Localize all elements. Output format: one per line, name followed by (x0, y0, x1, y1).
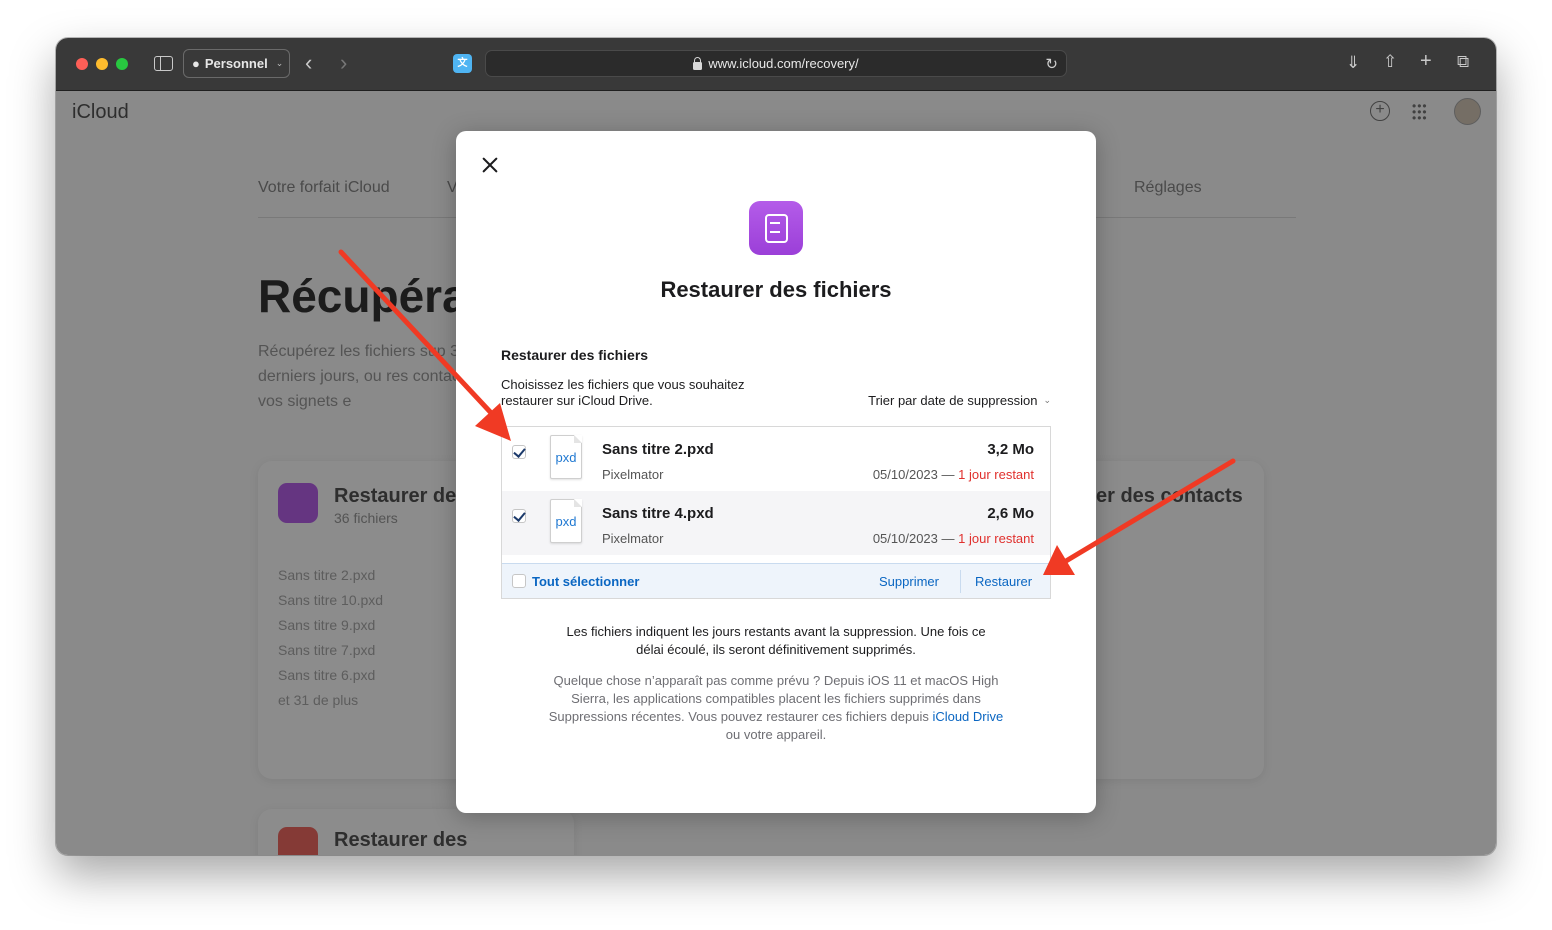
deletion-date: 05/10/2023 — (872, 531, 959, 546)
reload-icon[interactable]: ↻ (1045, 55, 1058, 73)
browser-window: ● Personnel ⌄ ‹ › 文 www.icloud.com/recov… (56, 38, 1496, 855)
pxd-file-icon: pxd (550, 499, 582, 543)
file-date: 05/10/2023 — 1 jour restant (873, 531, 1034, 546)
restore-button[interactable]: Restaurer (975, 574, 1032, 589)
close-icon[interactable] (480, 155, 500, 175)
select-all-button[interactable]: Tout sélectionner (532, 574, 639, 589)
back-icon[interactable]: ‹ (305, 52, 312, 74)
file-row[interactable]: pxd Sans titre 2.pxd Pixelmator 3,2 Mo 0… (502, 427, 1050, 491)
section-title: Restaurer des fichiers (501, 347, 649, 363)
file-row[interactable]: pxd Sans titre 4.pxd Pixelmator 2,6 Mo 0… (502, 491, 1050, 555)
profile-label: Personnel (204, 56, 268, 71)
file-checkbox[interactable] (512, 445, 526, 459)
file-name: Sans titre 2.pxd (602, 441, 714, 458)
url-text: www.icloud.com/recovery/ (708, 56, 859, 71)
delete-button[interactable]: Supprimer (879, 574, 939, 589)
dialog-title: Restaurer des fichiers (660, 277, 892, 302)
zoom-window-button[interactable] (116, 58, 128, 70)
minimize-window-button[interactable] (96, 58, 108, 70)
sidebar-toggle-icon[interactable] (154, 56, 173, 71)
close-window-button[interactable] (76, 58, 88, 70)
icloud-drive-link[interactable]: iCloud Drive (932, 709, 1003, 724)
share-icon[interactable]: ⇧ (1383, 52, 1397, 72)
divider (960, 570, 961, 593)
file-size: 3,2 Mo (987, 441, 1034, 458)
action-bar: Tout sélectionner Supprimer Restaurer (502, 563, 1050, 598)
help-text: Quelque chose n’apparaît pas comme prévu… (546, 672, 1006, 744)
file-app: Pixelmator (602, 531, 664, 546)
file-app: Pixelmator (602, 467, 664, 482)
file-list: pxd Sans titre 2.pxd Pixelmator 3,2 Mo 0… (501, 426, 1051, 599)
forward-icon[interactable]: › (340, 52, 347, 74)
browser-toolbar: ● Personnel ⌄ ‹ › 文 www.icloud.com/recov… (56, 38, 1496, 91)
file-size: 2,6 Mo (987, 505, 1034, 522)
pxd-file-icon: pxd (550, 435, 582, 479)
address-bar[interactable]: www.icloud.com/recovery/ ↻ (485, 50, 1067, 77)
sort-dropdown[interactable]: Trier par date de suppression ⌄ (868, 393, 1051, 408)
chevron-down-icon: ⌄ (275, 58, 284, 68)
download-icon[interactable]: ⇓ (1346, 53, 1360, 73)
file-name: Sans titre 4.pxd (602, 505, 714, 522)
lock-icon (693, 56, 703, 70)
restore-files-dialog: Restaurer des fichiers Restaurer des fic… (456, 131, 1096, 813)
file-date: 05/10/2023 — 1 jour restant (873, 467, 1034, 482)
select-all-checkbox[interactable] (512, 574, 526, 588)
new-tab-icon[interactable]: + (1420, 51, 1432, 71)
person-icon: ● (192, 56, 200, 71)
sort-label: Trier par date de suppression (868, 393, 1038, 408)
profile-button[interactable]: ● Personnel ⌄ (183, 49, 290, 78)
icloud-page: iCloud + ••• ••• ••• Votre forfait iCloud … (56, 91, 1496, 855)
deletion-note: Les fichiers indiquent les jours restant… (566, 624, 986, 657)
section-description: Choisissez les fichiers que vous souhait… (501, 377, 745, 408)
help-tail: ou votre appareil. (725, 727, 827, 742)
days-remaining: 1 jour restant (958, 531, 1034, 546)
tab-overview-icon[interactable]: ⧉ (1457, 52, 1469, 72)
chevron-down-icon: ⌄ (1043, 395, 1051, 405)
file-checkbox[interactable] (512, 509, 526, 523)
deletion-date: 05/10/2023 — (872, 467, 959, 482)
translate-icon[interactable]: 文 (453, 54, 472, 73)
days-remaining: 1 jour restant (958, 467, 1034, 482)
help-body: Quelque chose n’apparaît pas comme prévu… (548, 673, 999, 724)
document-icon (749, 201, 803, 255)
